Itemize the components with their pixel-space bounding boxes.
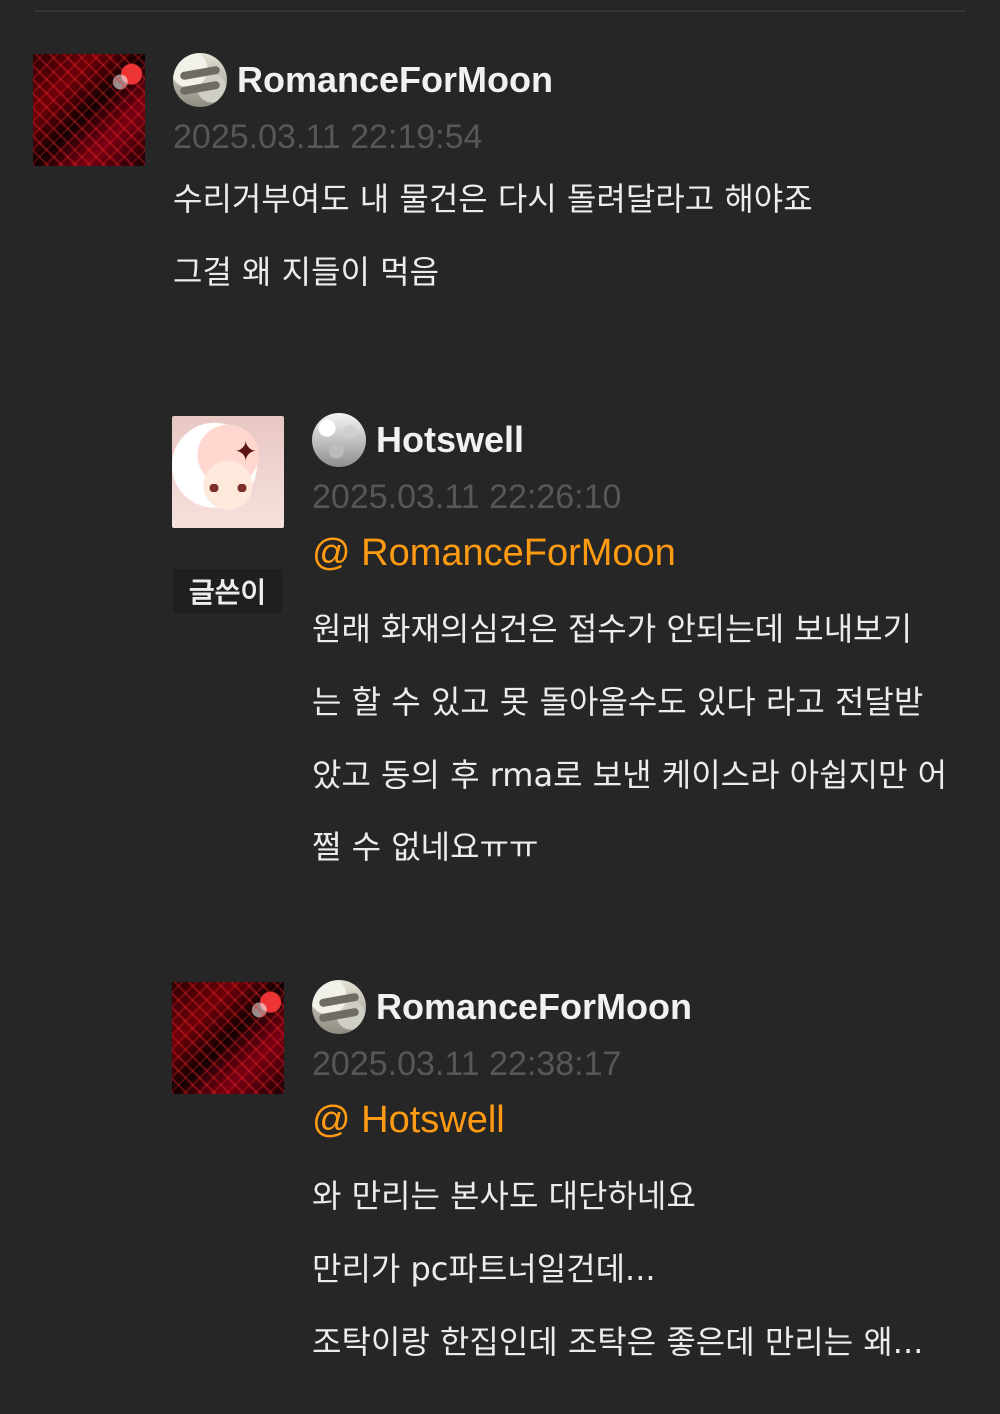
author-name[interactable]: RomanceForMoon xyxy=(237,59,553,101)
avatar[interactable] xyxy=(33,54,145,166)
star-icon: ✦ xyxy=(234,435,258,468)
comment-timestamp: 2025.03.11 22:19:54 xyxy=(173,118,483,156)
author-row: RomanceForMoon xyxy=(173,53,553,107)
author-badge: 글쓴이 xyxy=(173,569,282,613)
comment-text-line: 는 할 수 있고 못 돌아올수도 있다 라고 전달받 xyxy=(312,683,924,721)
avatar[interactable]: ✦ xyxy=(172,416,284,528)
author-row: RomanceForMoon xyxy=(312,980,692,1034)
moon-icon xyxy=(312,980,366,1034)
comment-text-line: 았고 동의 후 rma로 보낸 케이스라 아쉽지만 어 xyxy=(312,756,948,794)
moon-icon xyxy=(173,53,227,107)
face-eyes xyxy=(206,484,250,492)
avatar[interactable] xyxy=(172,982,284,1094)
top-divider xyxy=(34,10,966,12)
comment-text-line: 와 만리는 본사도 대단하네요 xyxy=(312,1177,696,1215)
comment-text-line: 쩔 수 없네요ㅠㅠ xyxy=(312,828,539,866)
planet-icon xyxy=(312,413,366,467)
comment-timestamp: 2025.03.11 22:38:17 xyxy=(312,1045,622,1083)
comment-timestamp: 2025.03.11 22:26:10 xyxy=(312,478,622,516)
comment-text-line: 만리가 pc파트너일건데... xyxy=(312,1250,656,1288)
author-name[interactable]: RomanceForMoon xyxy=(376,986,692,1028)
mention-link[interactable]: @ Hotswell xyxy=(312,1099,505,1142)
comment-text-line: 원래 화재의심건은 접수가 안되는데 보내보기 xyxy=(312,610,913,648)
comment-text-line: 조탁이랑 한집인데 조탁은 좋은데 만리는 왜... xyxy=(312,1323,924,1361)
comment-text-line: 수리거부여도 내 물건은 다시 돌려달라고 해야죠 xyxy=(173,180,813,218)
comment-text-line: 그걸 왜 지들이 먹음 xyxy=(173,253,440,291)
author-row: Hotswell xyxy=(312,413,524,467)
mention-link[interactable]: @ RomanceForMoon xyxy=(312,532,676,575)
author-name[interactable]: Hotswell xyxy=(376,419,524,461)
